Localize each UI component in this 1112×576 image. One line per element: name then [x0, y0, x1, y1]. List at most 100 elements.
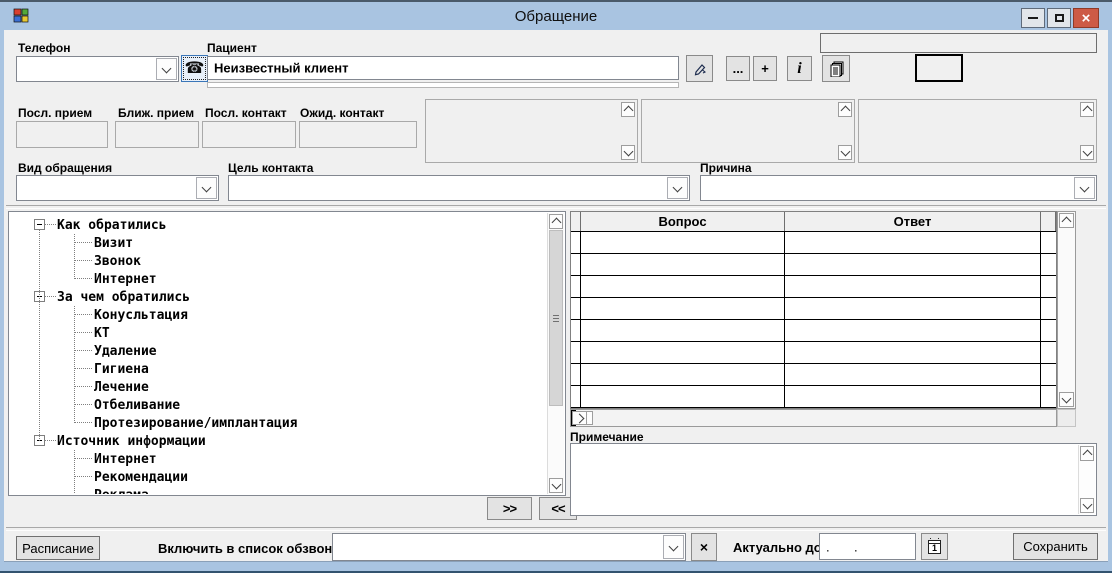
scroll-down-button[interactable] — [621, 145, 635, 160]
scroll-up-button[interactable] — [549, 214, 563, 229]
tree-item[interactable]: Визит — [10, 234, 547, 252]
qa-cell-question[interactable] — [581, 364, 785, 385]
qa-table-row[interactable] — [571, 320, 1056, 342]
save-button[interactable]: Сохранить — [1013, 533, 1098, 560]
tree-item[interactable]: Реклама — [10, 486, 547, 494]
scrollbar-thumb[interactable] — [549, 230, 563, 406]
clear-call-list-button[interactable]: × — [691, 533, 717, 561]
qa-table-row[interactable] — [571, 254, 1056, 276]
dial-phone-button[interactable]: ☎ — [181, 55, 208, 82]
info-list-1-scrollbar[interactable] — [620, 101, 636, 161]
qa-table-row[interactable] — [571, 386, 1056, 408]
scroll-up-button[interactable] — [838, 102, 852, 117]
tree-group-item[interactable]: Как обратились — [10, 216, 547, 234]
tree-item[interactable]: Удаление — [10, 342, 547, 360]
qa-table-row[interactable] — [571, 298, 1056, 320]
call-list-combo[interactable] — [332, 533, 686, 561]
schedule-button[interactable]: Расписание — [16, 536, 100, 560]
qa-table-row[interactable] — [571, 276, 1056, 298]
patient-info-button[interactable]: i — [787, 56, 812, 81]
qa-table-vscrollbar[interactable] — [1057, 211, 1076, 409]
qa-row-selector[interactable] — [571, 276, 581, 297]
qa-cell-answer[interactable] — [785, 320, 1041, 341]
select-patient-button[interactable] — [686, 55, 713, 82]
appeal-type-dropdown-button[interactable] — [196, 177, 217, 199]
tree-item[interactable]: Интернет — [10, 270, 547, 288]
tree-item-label: Интернет — [94, 452, 157, 467]
qa-cell-answer[interactable] — [785, 364, 1041, 385]
scroll-down-button[interactable] — [549, 478, 563, 493]
tree-item[interactable]: Звонок — [10, 252, 547, 270]
tree-item[interactable]: Интернет — [10, 450, 547, 468]
actual-until-date-field[interactable]: . . — [819, 533, 916, 560]
scroll-up-button[interactable] — [621, 102, 635, 117]
tree-connector — [45, 224, 56, 226]
qa-row-selector[interactable] — [571, 342, 581, 363]
reason-combo[interactable] — [700, 175, 1097, 201]
qa-cell-answer[interactable] — [785, 342, 1041, 363]
tree-group-item[interactable]: Источник информации — [10, 432, 547, 450]
qa-cell-question[interactable] — [581, 386, 785, 407]
contact-goal-dropdown-button[interactable] — [667, 177, 688, 199]
qa-table-row[interactable] — [571, 342, 1056, 364]
qa-row-selector[interactable] — [571, 364, 581, 385]
tree-item[interactable]: Конусльтация — [10, 306, 547, 324]
qa-cell-question[interactable] — [581, 320, 785, 341]
qa-cell-question[interactable] — [581, 254, 785, 275]
qa-cell-answer[interactable] — [785, 386, 1041, 407]
qa-table-row[interactable] — [571, 364, 1056, 386]
qa-cell-answer[interactable] — [785, 232, 1041, 253]
info-list-3-scrollbar[interactable] — [1079, 101, 1095, 161]
phone-combo[interactable] — [16, 56, 179, 82]
tree-item[interactable]: Рекомендации — [10, 468, 547, 486]
qa-row-selector[interactable] — [571, 254, 581, 275]
qa-row-selector[interactable] — [571, 298, 581, 319]
scroll-down-button[interactable] — [1059, 392, 1074, 407]
call-list-dropdown-button[interactable] — [663, 535, 684, 559]
qa-cell-answer[interactable] — [785, 298, 1041, 319]
scroll-up-button[interactable] — [1080, 446, 1094, 461]
qa-cell-question[interactable] — [581, 276, 785, 297]
qa-row-selector[interactable] — [571, 232, 581, 253]
qa-cell-question[interactable] — [581, 232, 785, 253]
move-right-button[interactable]: >> — [487, 497, 532, 520]
patient-field[interactable]: Неизвестный клиент — [207, 56, 679, 80]
scroll-up-button[interactable] — [1059, 213, 1074, 228]
calendar-button[interactable]: 1 — [921, 533, 948, 560]
tree-item[interactable]: Протезирование/имплантация — [10, 414, 547, 432]
phone-combo-dropdown-button[interactable] — [156, 58, 177, 80]
contact-goal-combo[interactable] — [228, 175, 690, 201]
close-button[interactable]: × — [1073, 8, 1099, 28]
qa-cell-answer[interactable] — [785, 276, 1041, 297]
scroll-down-button[interactable] — [1080, 498, 1094, 513]
scroll-down-button[interactable] — [838, 145, 852, 160]
note-scrollbar[interactable] — [1078, 445, 1095, 514]
tree-group-item[interactable]: За чем обратились — [10, 288, 547, 306]
maximize-button[interactable] — [1047, 8, 1071, 28]
tree-item[interactable]: Отбеливание — [10, 396, 547, 414]
qa-table-row[interactable] — [571, 232, 1056, 254]
minimize-button[interactable] — [1021, 8, 1045, 28]
scroll-down-button[interactable] — [1080, 145, 1094, 160]
qa-row-selector[interactable] — [571, 320, 581, 341]
tree-connector — [74, 458, 92, 460]
collapse-toggle-icon[interactable] — [34, 219, 45, 230]
tree-item[interactable]: Лечение — [10, 378, 547, 396]
qa-cell-question[interactable] — [581, 342, 785, 363]
browse-patient-button[interactable]: ... — [726, 56, 750, 81]
patient-card-button[interactable] — [822, 55, 850, 82]
info-list-2-scrollbar[interactable] — [837, 101, 853, 161]
scroll-up-button[interactable] — [1080, 102, 1094, 117]
reason-dropdown-button[interactable] — [1074, 177, 1095, 199]
add-patient-button[interactable]: + — [753, 56, 777, 81]
tree-scrollbar[interactable] — [547, 213, 564, 494]
appeal-type-combo[interactable] — [16, 175, 219, 201]
scroll-right-button[interactable] — [572, 411, 587, 425]
tree-item[interactable]: КТ — [10, 324, 547, 342]
qa-cell-question[interactable] — [581, 298, 785, 319]
tree-item[interactable]: Гигиена — [10, 360, 547, 378]
note-textarea[interactable] — [570, 443, 1097, 516]
qa-row-selector[interactable] — [571, 386, 581, 407]
qa-cell-answer[interactable] — [785, 254, 1041, 275]
qa-table-hscrollbar[interactable] — [570, 409, 1057, 427]
